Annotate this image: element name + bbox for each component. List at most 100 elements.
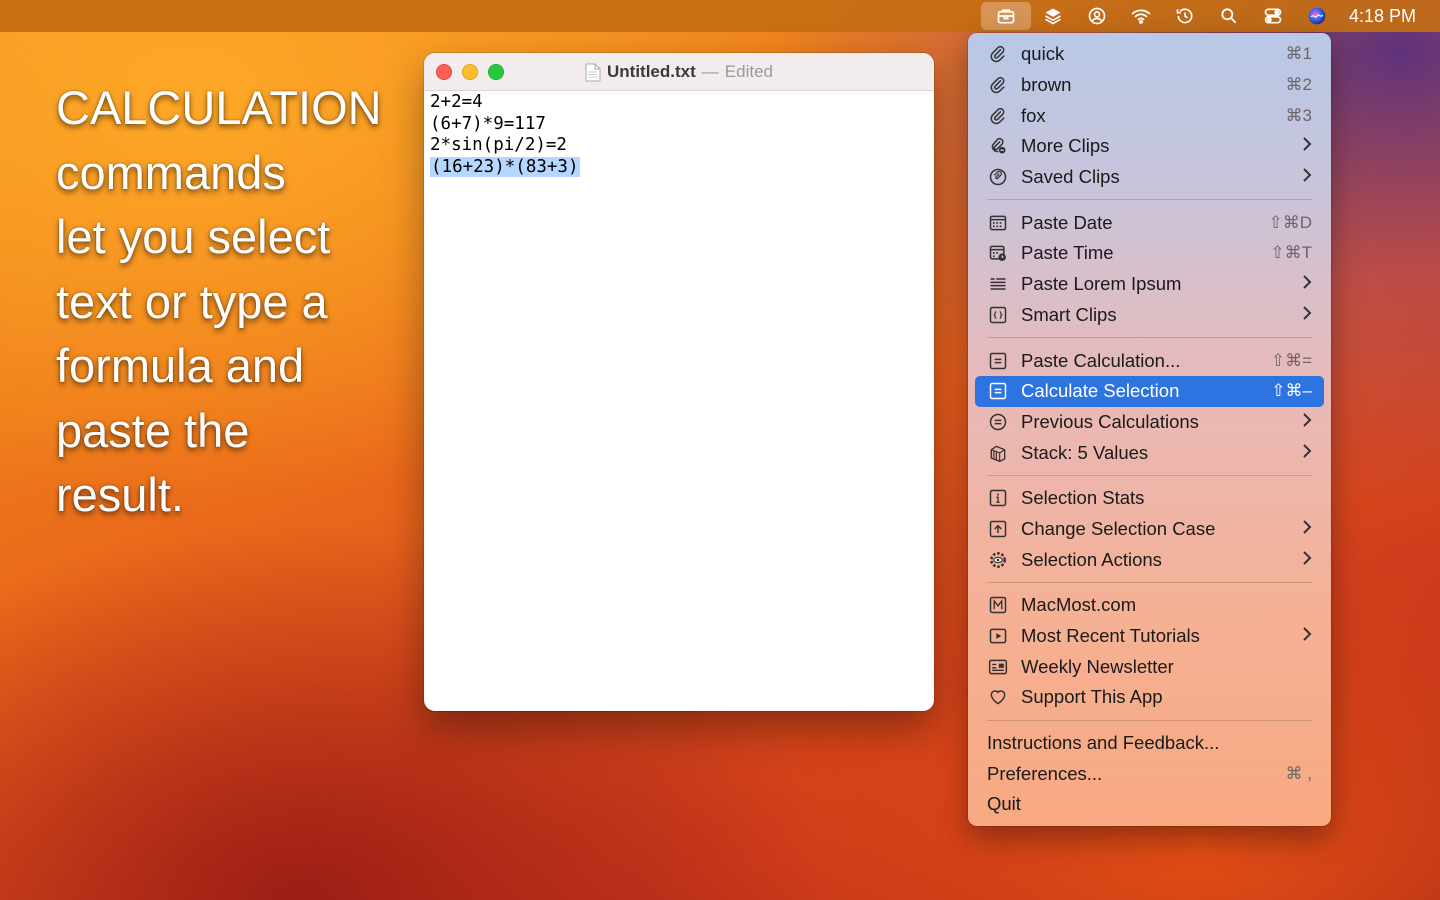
saved-clips-icon: [987, 166, 1009, 188]
menu-item-label: Support This App: [1021, 686, 1163, 708]
menu-item-label: Weekly Newsletter: [1021, 655, 1174, 677]
menu-item-quick[interactable]: quick ⌘1: [975, 39, 1324, 70]
layers-icon[interactable]: [1031, 2, 1075, 30]
chevron-right-icon: [1302, 304, 1312, 326]
menu-bar-clock[interactable]: 4:18 PM: [1339, 6, 1440, 27]
window-titlebar[interactable]: Untitled.txt — Edited: [424, 53, 934, 91]
promo-caption: CALCULATION commands let you select text or…: [56, 76, 416, 528]
caption-line: formula and: [56, 339, 305, 392]
menu-item-label: Paste Lorem Ipsum: [1021, 273, 1182, 295]
menu-item-label: Change Selection Case: [1021, 517, 1216, 539]
menu-item-support-this-app[interactable]: Support This App: [975, 682, 1324, 713]
calendar-icon: [987, 212, 1009, 234]
document-text-area[interactable]: 2+2=4 (6+7)*9=117 2*sin(pi/2)=2 (16+23)*(83…: [424, 91, 934, 179]
menu-item-shortcut: ⌘2: [1285, 75, 1312, 95]
menu-item-stack-5-values[interactable]: Stack: 5 Values: [975, 437, 1324, 468]
menu-item-shortcut: ⇧⌘=: [1270, 350, 1312, 370]
paperclip-more-icon: [987, 135, 1009, 157]
menu-item-fox[interactable]: fox ⌘3: [975, 100, 1324, 131]
text-line-content: (16+23)*(83+3): [430, 156, 580, 177]
menu-item-weekly-newsletter[interactable]: Weekly Newsletter: [975, 651, 1324, 682]
control-center-icon[interactable]: [1251, 2, 1295, 30]
menu-item-smart-clips[interactable]: Smart Clips: [975, 300, 1324, 331]
menu-item-label: Smart Clips: [1021, 303, 1117, 325]
arrow-up-square-icon: [987, 518, 1009, 540]
chevron-right-icon: [1302, 166, 1312, 188]
caption-line: commands: [56, 145, 286, 199]
text-line[interactable]: 2+2=4: [430, 92, 928, 114]
menu-item-shortcut: ⌘ ,: [1285, 763, 1312, 783]
time-machine-icon[interactable]: [1163, 2, 1207, 30]
menu-bar: 4:18 PM: [0, 0, 1440, 32]
menu-item-label: Paste Time: [1021, 242, 1114, 264]
braces-icon: [987, 304, 1009, 326]
menu-separator: [987, 474, 1312, 476]
menu-item-paste-time[interactable]: Paste Time ⇧⌘T: [975, 238, 1324, 269]
menu-item-quit[interactable]: Quit: [975, 789, 1324, 820]
menu-item-label: Selection Actions: [1021, 548, 1162, 570]
menu-item-change-selection-case[interactable]: Change Selection Case: [975, 514, 1324, 545]
document-status: Edited: [724, 62, 773, 81]
caption-line: CALCULATION: [56, 81, 382, 134]
gear-eye-icon: [987, 549, 1009, 571]
m-square-icon: [987, 594, 1009, 616]
menu-item-preferences[interactable]: Preferences... ⌘ ,: [975, 758, 1324, 789]
menu-item-most-recent-tutorials[interactable]: Most Recent Tutorials: [975, 621, 1324, 652]
menu-item-calculate-selection[interactable]: Calculate Selection ⇧⌘–: [975, 375, 1324, 407]
chevron-right-icon: [1302, 625, 1312, 647]
user-circle-icon[interactable]: [1075, 2, 1119, 30]
toolbox-icon[interactable]: [980, 2, 1031, 30]
chevron-right-icon: [1302, 442, 1312, 464]
menu-item-brown[interactable]: brown ⌘2: [975, 70, 1324, 101]
menu-item-shortcut: ⌘3: [1285, 105, 1312, 125]
menu-item-label: Paste Calculation...: [1021, 349, 1181, 371]
menu-item-selection-actions[interactable]: Selection Actions: [975, 544, 1324, 575]
menu-item-label: Calculate Selection: [1021, 380, 1180, 402]
menu-item-label: quick: [1021, 43, 1065, 65]
menu-item-label: Selection Stats: [1021, 487, 1145, 509]
wifi-icon[interactable]: [1119, 2, 1163, 30]
equals-square-icon: [987, 350, 1009, 372]
paperclip-icon: [987, 105, 1009, 127]
text-line[interactable]: (6+7)*9=117: [430, 114, 928, 136]
newsletter-icon: [987, 656, 1009, 678]
window-title: Untitled.txt — Edited: [424, 53, 934, 91]
menu-item-paste-date[interactable]: Paste Date ⇧⌘D: [975, 207, 1324, 238]
menu-item-paste-calculation[interactable]: Paste Calculation... ⇧⌘=: [975, 345, 1324, 376]
menu-item-paste-lorem-ipsum[interactable]: Paste Lorem Ipsum: [975, 269, 1324, 300]
paperclip-icon: [987, 74, 1009, 96]
menu-item-shortcut: ⇧⌘D: [1268, 212, 1312, 232]
siri-icon[interactable]: [1295, 2, 1339, 30]
menu-separator: [987, 337, 1312, 339]
text-line-content: 2+2=4: [430, 92, 483, 112]
text-line[interactable]: 2*sin(pi/2)=2: [430, 135, 928, 157]
menu-item-more-clips[interactable]: More Clips: [975, 131, 1324, 162]
menu-item-label: Preferences...: [987, 762, 1103, 784]
menu-item-previous-calculations[interactable]: Previous Calculations: [975, 407, 1324, 438]
document-icon[interactable]: [585, 63, 601, 82]
caption-line: let you select: [56, 210, 331, 263]
chevron-right-icon: [1302, 411, 1312, 433]
search-icon[interactable]: [1207, 2, 1251, 30]
caption-line: text or type a: [56, 274, 328, 328]
heart-icon: [987, 686, 1009, 708]
menu-item-macmost-com[interactable]: MacMost.com: [975, 590, 1324, 621]
menu-item-label: MacMost.com: [1021, 594, 1137, 616]
chevron-right-icon: [1302, 273, 1312, 295]
menu-item-instructions-and-feedback[interactable]: Instructions and Feedback...: [975, 728, 1324, 759]
menu-item-shortcut: ⇧⌘–: [1271, 381, 1312, 401]
menu-item-label: Instructions and Feedback...: [987, 732, 1220, 754]
info-square-icon: [987, 487, 1009, 509]
menu-item-saved-clips[interactable]: Saved Clips: [975, 162, 1324, 193]
play-square-icon: [987, 625, 1009, 647]
menu-item-label: More Clips: [1021, 135, 1110, 157]
text-lines-icon: [987, 273, 1009, 295]
document-filename: Untitled.txt: [607, 62, 696, 81]
chevron-right-icon: [1302, 135, 1312, 157]
stack-icon: [987, 442, 1009, 464]
calendar-clock-icon: [987, 242, 1009, 264]
menu-item-selection-stats[interactable]: Selection Stats: [975, 483, 1324, 514]
menu-item-label: Stack: 5 Values: [1021, 441, 1149, 463]
selected-text-line[interactable]: (16+23)*(83+3): [430, 156, 928, 179]
menu-item-label: Paste Date: [1021, 211, 1113, 233]
